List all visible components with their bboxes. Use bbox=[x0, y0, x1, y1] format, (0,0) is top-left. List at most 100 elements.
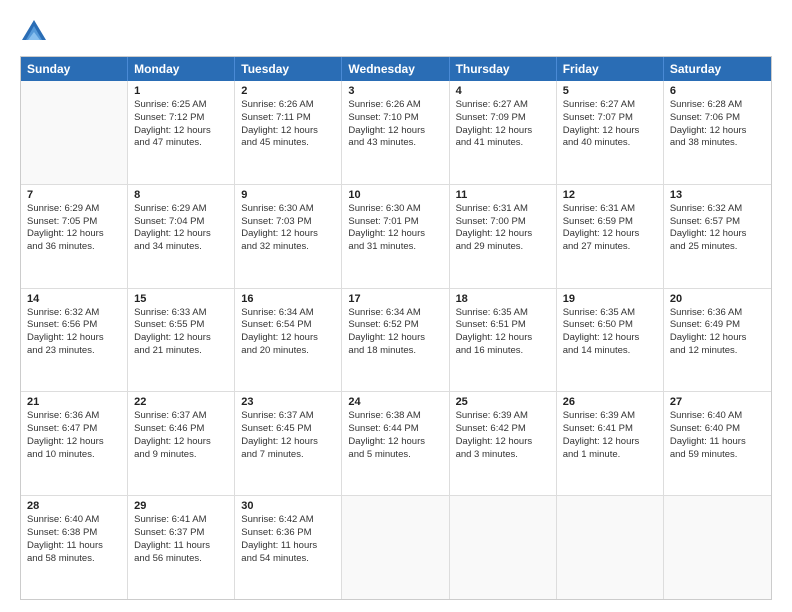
cell-line: and 54 minutes. bbox=[241, 553, 335, 566]
day-number: 27 bbox=[670, 396, 765, 408]
calendar: SundayMondayTuesdayWednesdayThursdayFrid… bbox=[20, 56, 772, 600]
calendar-cell-4-4: 24Sunrise: 6:38 AMSunset: 6:44 PMDayligh… bbox=[342, 392, 449, 495]
cell-line: Sunset: 6:56 PM bbox=[27, 319, 121, 332]
cell-line: Daylight: 12 hours bbox=[670, 332, 765, 345]
cell-line: Sunrise: 6:25 AM bbox=[134, 99, 228, 112]
cell-line: and 5 minutes. bbox=[348, 449, 442, 462]
cell-line: Sunset: 6:54 PM bbox=[241, 319, 335, 332]
day-number: 25 bbox=[456, 396, 550, 408]
cell-line: and 36 minutes. bbox=[27, 241, 121, 254]
calendar-cell-3-6: 19Sunrise: 6:35 AMSunset: 6:50 PMDayligh… bbox=[557, 289, 664, 392]
cell-line: Sunset: 6:44 PM bbox=[348, 423, 442, 436]
calendar-cell-1-5: 4Sunrise: 6:27 AMSunset: 7:09 PMDaylight… bbox=[450, 81, 557, 184]
calendar-row-4: 21Sunrise: 6:36 AMSunset: 6:47 PMDayligh… bbox=[21, 391, 771, 495]
cell-line: Sunrise: 6:28 AM bbox=[670, 99, 765, 112]
cell-line: Daylight: 12 hours bbox=[27, 436, 121, 449]
cell-line: Daylight: 12 hours bbox=[241, 332, 335, 345]
cell-line: Sunrise: 6:37 AM bbox=[134, 410, 228, 423]
calendar-cell-4-6: 26Sunrise: 6:39 AMSunset: 6:41 PMDayligh… bbox=[557, 392, 664, 495]
cell-line: Sunrise: 6:33 AM bbox=[134, 307, 228, 320]
cell-line: Sunrise: 6:38 AM bbox=[348, 410, 442, 423]
cell-line: Daylight: 12 hours bbox=[456, 125, 550, 138]
day-number: 7 bbox=[27, 189, 121, 201]
cell-line: and 31 minutes. bbox=[348, 241, 442, 254]
cell-line: and 20 minutes. bbox=[241, 345, 335, 358]
cell-line: and 43 minutes. bbox=[348, 137, 442, 150]
cell-line: Daylight: 12 hours bbox=[670, 125, 765, 138]
cell-line: Sunset: 6:52 PM bbox=[348, 319, 442, 332]
header bbox=[20, 18, 772, 46]
cell-line: Daylight: 12 hours bbox=[348, 436, 442, 449]
cell-line: Sunrise: 6:27 AM bbox=[456, 99, 550, 112]
calendar-cell-5-7 bbox=[664, 496, 771, 599]
day-number: 20 bbox=[670, 293, 765, 305]
cell-line: Sunrise: 6:26 AM bbox=[348, 99, 442, 112]
cell-line: and 1 minute. bbox=[563, 449, 657, 462]
cell-line: and 40 minutes. bbox=[563, 137, 657, 150]
cell-line: and 7 minutes. bbox=[241, 449, 335, 462]
cell-line: Sunset: 6:45 PM bbox=[241, 423, 335, 436]
cell-line: Sunrise: 6:35 AM bbox=[456, 307, 550, 320]
header-day-thursday: Thursday bbox=[450, 57, 557, 81]
cell-line: Sunset: 7:10 PM bbox=[348, 112, 442, 125]
cell-line: and 32 minutes. bbox=[241, 241, 335, 254]
day-number: 13 bbox=[670, 189, 765, 201]
cell-line: Daylight: 11 hours bbox=[670, 436, 765, 449]
cell-line: and 38 minutes. bbox=[670, 137, 765, 150]
cell-line: Sunrise: 6:36 AM bbox=[27, 410, 121, 423]
day-number: 16 bbox=[241, 293, 335, 305]
calendar-cell-1-4: 3Sunrise: 6:26 AMSunset: 7:10 PMDaylight… bbox=[342, 81, 449, 184]
calendar-cell-5-2: 29Sunrise: 6:41 AMSunset: 6:37 PMDayligh… bbox=[128, 496, 235, 599]
day-number: 19 bbox=[563, 293, 657, 305]
cell-line: and 9 minutes. bbox=[134, 449, 228, 462]
calendar-cell-4-7: 27Sunrise: 6:40 AMSunset: 6:40 PMDayligh… bbox=[664, 392, 771, 495]
calendar-body: 1Sunrise: 6:25 AMSunset: 7:12 PMDaylight… bbox=[21, 81, 771, 599]
cell-line: Daylight: 12 hours bbox=[134, 332, 228, 345]
cell-line: Daylight: 12 hours bbox=[563, 332, 657, 345]
cell-line: Daylight: 12 hours bbox=[348, 228, 442, 241]
logo bbox=[20, 18, 52, 46]
calendar-cell-3-4: 17Sunrise: 6:34 AMSunset: 6:52 PMDayligh… bbox=[342, 289, 449, 392]
day-number: 12 bbox=[563, 189, 657, 201]
cell-line: and 16 minutes. bbox=[456, 345, 550, 358]
day-number: 3 bbox=[348, 85, 442, 97]
cell-line: Sunrise: 6:34 AM bbox=[348, 307, 442, 320]
cell-line: Sunset: 7:11 PM bbox=[241, 112, 335, 125]
day-number: 23 bbox=[241, 396, 335, 408]
calendar-cell-2-1: 7Sunrise: 6:29 AMSunset: 7:05 PMDaylight… bbox=[21, 185, 128, 288]
cell-line: Daylight: 11 hours bbox=[134, 540, 228, 553]
calendar-cell-2-7: 13Sunrise: 6:32 AMSunset: 6:57 PMDayligh… bbox=[664, 185, 771, 288]
calendar-header: SundayMondayTuesdayWednesdayThursdayFrid… bbox=[21, 57, 771, 81]
cell-line: and 3 minutes. bbox=[456, 449, 550, 462]
cell-line: Sunset: 7:03 PM bbox=[241, 216, 335, 229]
cell-line: Sunrise: 6:29 AM bbox=[134, 203, 228, 216]
calendar-cell-3-7: 20Sunrise: 6:36 AMSunset: 6:49 PMDayligh… bbox=[664, 289, 771, 392]
header-day-friday: Friday bbox=[557, 57, 664, 81]
day-number: 10 bbox=[348, 189, 442, 201]
cell-line: Sunrise: 6:30 AM bbox=[348, 203, 442, 216]
cell-line: Sunset: 6:36 PM bbox=[241, 527, 335, 540]
day-number: 28 bbox=[27, 500, 121, 512]
calendar-cell-5-5 bbox=[450, 496, 557, 599]
day-number: 26 bbox=[563, 396, 657, 408]
calendar-cell-2-6: 12Sunrise: 6:31 AMSunset: 6:59 PMDayligh… bbox=[557, 185, 664, 288]
calendar-row-5: 28Sunrise: 6:40 AMSunset: 6:38 PMDayligh… bbox=[21, 495, 771, 599]
day-number: 1 bbox=[134, 85, 228, 97]
header-day-sunday: Sunday bbox=[21, 57, 128, 81]
cell-line: and 58 minutes. bbox=[27, 553, 121, 566]
calendar-cell-2-2: 8Sunrise: 6:29 AMSunset: 7:04 PMDaylight… bbox=[128, 185, 235, 288]
cell-line: Sunset: 6:46 PM bbox=[134, 423, 228, 436]
cell-line: Daylight: 11 hours bbox=[241, 540, 335, 553]
calendar-cell-4-3: 23Sunrise: 6:37 AMSunset: 6:45 PMDayligh… bbox=[235, 392, 342, 495]
calendar-cell-1-3: 2Sunrise: 6:26 AMSunset: 7:11 PMDaylight… bbox=[235, 81, 342, 184]
cell-line: Sunrise: 6:31 AM bbox=[563, 203, 657, 216]
cell-line: Sunrise: 6:32 AM bbox=[27, 307, 121, 320]
cell-line: and 27 minutes. bbox=[563, 241, 657, 254]
day-number: 5 bbox=[563, 85, 657, 97]
cell-line: and 23 minutes. bbox=[27, 345, 121, 358]
day-number: 29 bbox=[134, 500, 228, 512]
cell-line: Sunrise: 6:30 AM bbox=[241, 203, 335, 216]
calendar-cell-3-5: 18Sunrise: 6:35 AMSunset: 6:51 PMDayligh… bbox=[450, 289, 557, 392]
calendar-cell-3-2: 15Sunrise: 6:33 AMSunset: 6:55 PMDayligh… bbox=[128, 289, 235, 392]
cell-line: and 45 minutes. bbox=[241, 137, 335, 150]
